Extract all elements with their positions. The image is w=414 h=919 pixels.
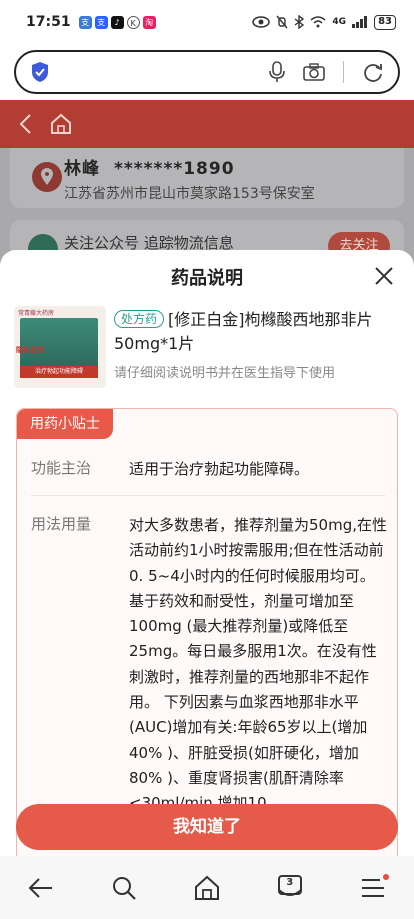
eye-icon — [252, 16, 271, 28]
wifi-icon — [310, 16, 326, 28]
close-icon[interactable] — [372, 264, 396, 288]
row-label: 功能主治 — [31, 459, 92, 477]
tips-tag: 用药小贴士 — [17, 409, 113, 439]
search-icon — [113, 876, 136, 900]
tab-count: 3 — [286, 876, 294, 888]
back-arrow-icon[interactable] — [18, 113, 32, 135]
back-arrow-icon — [28, 877, 53, 898]
image-band-label: 治疗勃起功能障碍 — [20, 366, 98, 378]
home-icon — [194, 875, 219, 900]
image-privacy-label: 隐私发货 — [16, 346, 44, 354]
battery-indicator: 83 — [374, 14, 396, 30]
signal-icon — [352, 16, 368, 28]
camera-icon[interactable] — [303, 63, 325, 81]
notification-dot — [382, 873, 389, 880]
drug-info-sheet: 药品说明 常青藤大药房 隐私发货 治疗勃起功能障碍 处方药 [修正白金]枸橼酸西地… — [0, 250, 414, 856]
product-summary: 常青藤大药房 隐私发货 治疗勃起功能障碍 处方药 [修正白金]枸橼酸西地那非片 5… — [14, 306, 400, 388]
nav-tabs-button[interactable]: 3 — [270, 868, 310, 908]
row-value: 适用于治疗勃起功能障碍。 — [129, 460, 310, 478]
browser-toolbar — [0, 44, 414, 100]
product-name-line: 处方药 [修正白金]枸橼酸西地那非片 50mg*1片 — [114, 308, 400, 356]
row-label: 用法用量 — [31, 515, 92, 533]
recipient-phone: *******1890 — [114, 159, 235, 179]
acknowledge-button[interactable]: 我知道了 — [16, 804, 398, 850]
bluetooth-icon — [295, 15, 305, 29]
url-bar[interactable] — [14, 50, 400, 94]
sheet-title: 药品说明 — [171, 268, 243, 289]
tiktok-icon: ♪ — [110, 15, 124, 29]
image-store-label: 常青藤大药房 — [18, 310, 55, 317]
nav-search-button[interactable] — [104, 868, 144, 908]
page-header — [0, 100, 414, 148]
product-tip: 请仔细阅读说明书并在医生指导下使用 — [114, 366, 336, 381]
toolbar-divider — [343, 61, 344, 83]
row-divider — [31, 495, 385, 496]
menu-icon — [361, 878, 384, 897]
app-notification-icon: 淘 — [142, 15, 156, 29]
nav-home-button[interactable] — [187, 868, 227, 908]
network-label: 4G — [332, 17, 347, 27]
mute-icon — [276, 15, 288, 29]
status-right: 4G 83 — [252, 14, 396, 30]
prescription-badge: 处方药 — [114, 310, 165, 328]
recipient-line: 林峰 *******1890 — [64, 154, 404, 179]
shield-icon[interactable] — [30, 61, 50, 83]
recipient-name: 林峰 — [64, 159, 100, 179]
app-notification-icon: 支 — [94, 15, 108, 29]
home-icon[interactable] — [50, 113, 72, 135]
product-image: 常青藤大药房 隐私发货 治疗勃起功能障碍 — [14, 306, 106, 388]
refresh-icon[interactable] — [362, 61, 384, 83]
address-card: 林峰 *******1890 江苏省苏州市昆山市莫家路153号保安室 — [10, 148, 404, 208]
medication-tips-box[interactable]: 用药小贴士 功能主治 适用于治疗勃起功能障碍。 用法用量 对大多数患者，推荐剂量… — [16, 408, 398, 856]
status-time: 17:51 — [26, 14, 71, 30]
recipient-address: 江苏省苏州市昆山市莫家路153号保安室 — [64, 186, 315, 202]
microphone-icon[interactable] — [269, 61, 285, 83]
nav-menu-button[interactable] — [353, 868, 393, 908]
app-notification-icon: K — [126, 15, 140, 29]
notification-icons: 支 支 ♪ K 淘 — [78, 15, 156, 29]
browser-bottom-nav: 3 — [0, 856, 414, 919]
location-pin-icon — [32, 162, 62, 192]
row-value: 对大多数患者，推荐剂量为50mg,在性活动前约1小时按需服用;但在性活动前0. … — [129, 516, 387, 812]
status-bar: 17:51 支 支 ♪ K 淘 4G 83 — [0, 0, 414, 44]
app-notification-icon: 支 — [78, 15, 92, 29]
nav-back-button[interactable] — [21, 868, 61, 908]
